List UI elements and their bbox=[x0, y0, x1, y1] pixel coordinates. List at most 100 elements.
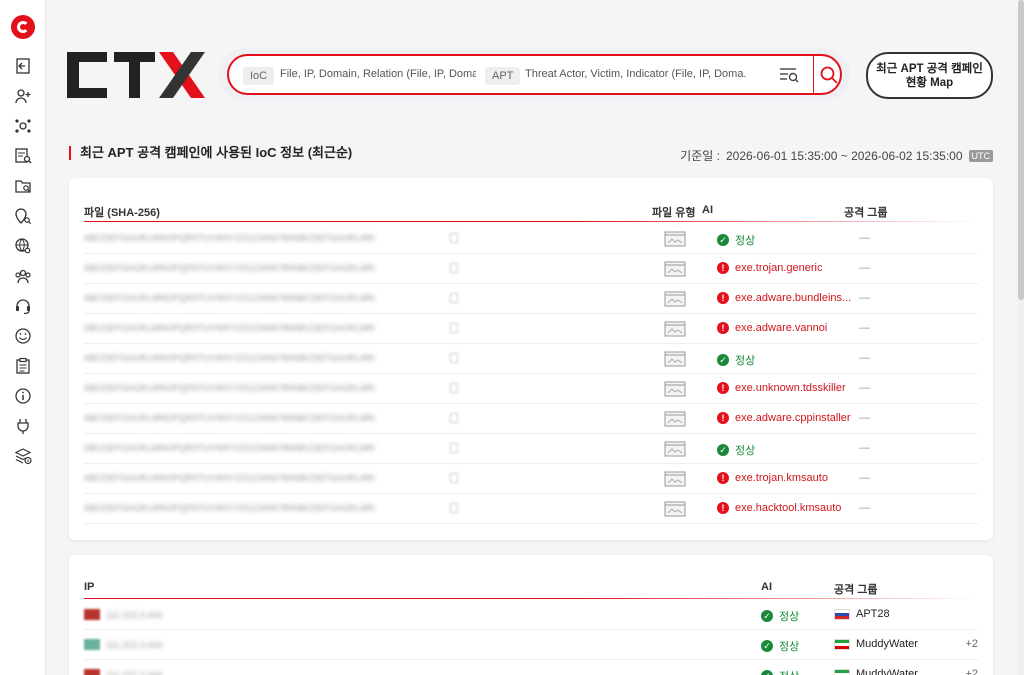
ai-verdict: ! exe.trojan.kmsauto bbox=[717, 472, 828, 484]
page-scrollbar[interactable] bbox=[1018, 0, 1024, 675]
attack-group[interactable]: MuddyWater bbox=[834, 638, 918, 650]
attack-group[interactable]: APT28 bbox=[834, 608, 890, 620]
copy-icon[interactable] bbox=[450, 353, 458, 363]
file-hash[interactable]: ABCDEFGHIJKLMNOPQRSTUVWXYZ0123456789ABCD… bbox=[84, 233, 444, 243]
file-hash[interactable]: ABCDEFGHIJKLMNOPQRSTUVWXYZ0123456789ABCD… bbox=[84, 293, 444, 303]
alert-circle-icon: ! bbox=[717, 502, 729, 514]
file-hash[interactable]: ABCDEFGHIJKLMNOPQRSTUVWXYZ0123456789ABCD… bbox=[84, 413, 444, 423]
table-row[interactable]: ABCDEFGHIJKLMNOPQRSTUVWXYZ0123456789ABCD… bbox=[84, 254, 978, 284]
table-row[interactable]: ABCDEFGHIJKLMNOPQRSTUVWXYZ0123456789ABCD… bbox=[84, 314, 978, 344]
ai-verdict-text: 정상 bbox=[779, 611, 800, 623]
ai-verdict: ✓ 정상 bbox=[717, 442, 755, 458]
ai-verdict: ✓ 정상 bbox=[761, 608, 799, 624]
search-icon[interactable] bbox=[819, 65, 839, 85]
search-filter-icon[interactable] bbox=[779, 66, 799, 84]
more-groups-count[interactable]: +2 bbox=[965, 668, 978, 675]
copy-icon[interactable] bbox=[450, 233, 458, 243]
check-circle-icon: ✓ bbox=[717, 234, 729, 246]
date-range: 기준일 : 2026-06-01 15:35:00 ~ 2026-06-02 1… bbox=[680, 147, 993, 164]
ip-table-header: IP AI 공격 그룹 bbox=[84, 579, 978, 599]
file-type-icon bbox=[664, 351, 686, 367]
attack-group: — bbox=[859, 232, 870, 244]
file-hash[interactable]: ABCDEFGHIJKLMNOPQRSTUVWXYZ0123456789ABCD… bbox=[84, 263, 444, 273]
copy-icon[interactable] bbox=[450, 473, 458, 483]
smile-icon[interactable] bbox=[13, 326, 33, 346]
map-button-line1: 최근 APT 공격 캠페인 bbox=[876, 62, 983, 75]
clipboard-icon[interactable] bbox=[13, 356, 33, 376]
ctx-logo[interactable] bbox=[67, 52, 205, 98]
copy-icon[interactable] bbox=[450, 263, 458, 273]
logout-icon[interactable] bbox=[13, 56, 33, 76]
search-box[interactable]: IoC File, IP, Domain, Relation (File, IP… bbox=[227, 54, 842, 95]
check-circle-icon: ✓ bbox=[717, 354, 729, 366]
ai-verdict: ✓ 정상 bbox=[717, 232, 755, 248]
layers-info-icon[interactable] bbox=[13, 446, 33, 466]
folder-search-icon[interactable] bbox=[13, 176, 33, 196]
table-row[interactable]: 111.222.3.444 ✓ 정상 MuddyWater +2 bbox=[84, 630, 978, 660]
copy-icon[interactable] bbox=[450, 443, 458, 453]
table-row[interactable]: ABCDEFGHIJKLMNOPQRSTUVWXYZ0123456789ABCD… bbox=[84, 224, 978, 254]
file-type-icon bbox=[664, 441, 686, 457]
alert-circle-icon: ! bbox=[717, 262, 729, 274]
ip-address[interactable]: 111.222.3.444 bbox=[106, 640, 186, 650]
group-icon[interactable] bbox=[13, 266, 33, 286]
ip-ai-column-header: AI bbox=[761, 581, 772, 593]
file-hash[interactable]: ABCDEFGHIJKLMNOPQRSTUVWXYZ0123456789ABCD… bbox=[84, 503, 444, 513]
table-row[interactable]: ABCDEFGHIJKLMNOPQRSTUVWXYZ0123456789ABCD… bbox=[84, 344, 978, 374]
ai-verdict: ! exe.adware.bundleins... bbox=[717, 292, 851, 304]
file-hash[interactable]: ABCDEFGHIJKLMNOPQRSTUVWXYZ0123456789ABCD… bbox=[84, 473, 444, 483]
copy-icon[interactable] bbox=[450, 293, 458, 303]
table-row[interactable]: ABCDEFGHIJKLMNOPQRSTUVWXYZ0123456789ABCD… bbox=[84, 374, 978, 404]
campaign-map-button[interactable]: 최근 APT 공격 캠페인 현황 Map bbox=[866, 52, 993, 99]
apt-search-input[interactable]: Threat Actor, Victim, Indicator (File, I… bbox=[525, 68, 747, 80]
more-groups-count[interactable]: +2 bbox=[965, 638, 978, 650]
file-hash[interactable]: ABCDEFGHIJKLMNOPQRSTUVWXYZ0123456789ABCD… bbox=[84, 443, 444, 453]
copy-icon[interactable] bbox=[450, 383, 458, 393]
copy-icon[interactable] bbox=[450, 503, 458, 513]
date-label: 기준일 : bbox=[680, 149, 720, 163]
file-hash[interactable]: ABCDEFGHIJKLMNOPQRSTUVWXYZ0123456789ABCD… bbox=[84, 323, 444, 333]
ip-address[interactable]: 111.222.3.444 bbox=[106, 670, 186, 675]
table-row[interactable]: ABCDEFGHIJKLMNOPQRSTUVWXYZ0123456789ABCD… bbox=[84, 404, 978, 434]
file-type-icon bbox=[664, 471, 686, 487]
app-logo-icon[interactable] bbox=[11, 15, 35, 39]
add-user-icon[interactable] bbox=[13, 86, 33, 106]
copy-icon[interactable] bbox=[450, 323, 458, 333]
group-flag-icon bbox=[834, 668, 850, 675]
table-row[interactable]: ABCDEFGHIJKLMNOPQRSTUVWXYZ0123456789ABCD… bbox=[84, 284, 978, 314]
report-search-icon[interactable] bbox=[13, 146, 33, 166]
attack-group-name[interactable]: MuddyWater bbox=[856, 668, 918, 675]
apt-tag[interactable]: APT bbox=[485, 67, 521, 85]
date-range-value: 2026-06-01 15:35:00 ~ 2026-06-02 15:35:0… bbox=[725, 148, 963, 163]
file-hash[interactable]: ABCDEFGHIJKLMNOPQRSTUVWXYZ0123456789ABCD… bbox=[84, 383, 444, 393]
ai-verdict-text: exe.hacktool.kmsauto bbox=[735, 502, 842, 514]
ai-verdict: ✓ 정상 bbox=[761, 638, 799, 654]
info-icon[interactable] bbox=[13, 386, 33, 406]
table-row[interactable]: 111.222.3.444 ✓ 정상 MuddyWater +2 bbox=[84, 660, 978, 675]
ioc-tag[interactable]: IoC bbox=[243, 67, 275, 85]
file-hash[interactable]: ABCDEFGHIJKLMNOPQRSTUVWXYZ0123456789ABCD… bbox=[84, 353, 444, 363]
cluster-icon[interactable] bbox=[13, 116, 33, 136]
ip-address[interactable]: 111.222.3.444 bbox=[106, 610, 186, 620]
location-search-icon[interactable] bbox=[13, 206, 33, 226]
attack-group-name[interactable]: MuddyWater bbox=[856, 638, 918, 650]
plug-icon[interactable] bbox=[13, 416, 33, 436]
ai-verdict-text: 정상 bbox=[779, 641, 800, 653]
search-area: IoC File, IP, Domain, Relation (File, IP… bbox=[219, 48, 850, 101]
table-row[interactable]: ABCDEFGHIJKLMNOPQRSTUVWXYZ0123456789ABCD… bbox=[84, 434, 978, 464]
table-row[interactable]: 111.222.3.444 ✓ 정상 APT28 bbox=[84, 600, 978, 630]
globe-search-icon[interactable] bbox=[13, 236, 33, 256]
attack-group: — bbox=[859, 292, 870, 304]
ai-verdict-text: exe.unknown.tdsskiller bbox=[735, 382, 846, 394]
country-flag-icon bbox=[84, 609, 100, 620]
ioc-search-input[interactable]: File, IP, Domain, Relation (File, IP, Do… bbox=[280, 68, 476, 80]
scrollbar-thumb[interactable] bbox=[1018, 0, 1024, 300]
copy-icon[interactable] bbox=[450, 413, 458, 423]
file-type-icon bbox=[664, 231, 686, 247]
group-flag-icon bbox=[834, 638, 850, 650]
table-row[interactable]: ABCDEFGHIJKLMNOPQRSTUVWXYZ0123456789ABCD… bbox=[84, 464, 978, 494]
attack-group-name[interactable]: APT28 bbox=[856, 608, 890, 620]
attack-group[interactable]: MuddyWater bbox=[834, 668, 918, 675]
table-row[interactable]: ABCDEFGHIJKLMNOPQRSTUVWXYZ0123456789ABCD… bbox=[84, 494, 978, 524]
support-headset-icon[interactable] bbox=[13, 296, 33, 316]
